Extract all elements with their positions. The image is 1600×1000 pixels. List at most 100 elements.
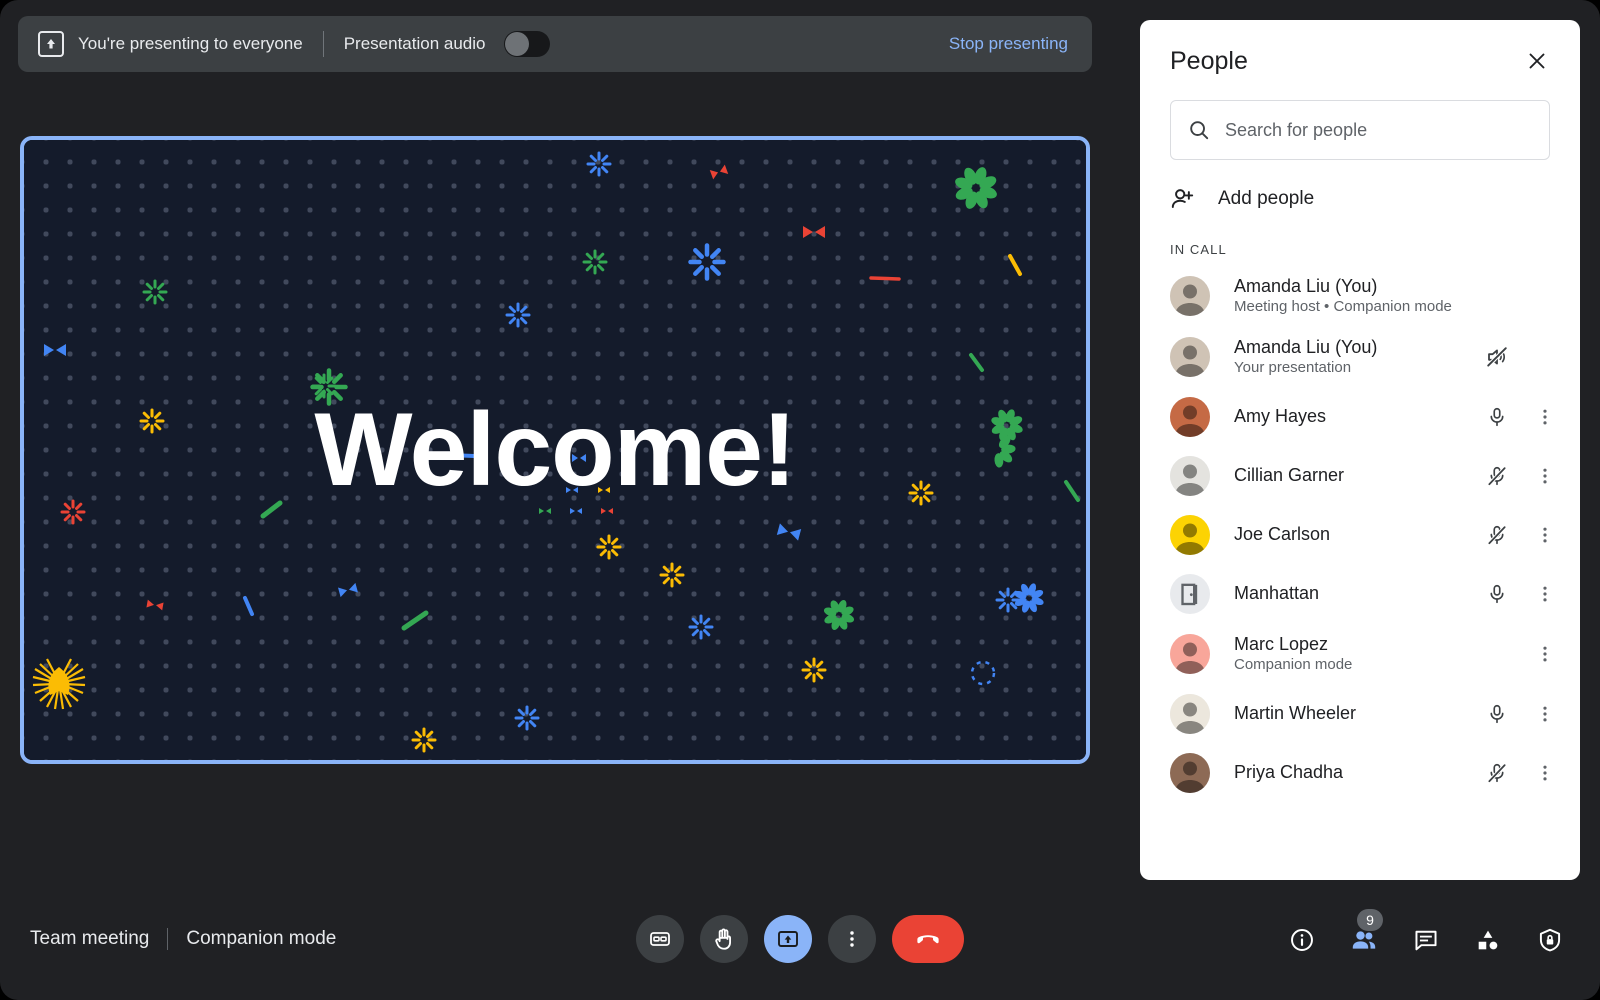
avatar <box>1170 336 1210 377</box>
participant-more-button[interactable] <box>1528 756 1562 790</box>
participant-info: Amanda Liu (You) Your presentation <box>1234 336 1480 378</box>
avatar-photo <box>1170 633 1210 674</box>
participant-actions <box>1480 697 1562 731</box>
participant-info: Cillian Garner <box>1234 464 1480 487</box>
presentation-stage[interactable]: Welcome! <box>20 136 1090 764</box>
participant-more-button[interactable] <box>1528 400 1562 434</box>
more-vert-icon <box>1543 468 1547 483</box>
chat-button[interactable] <box>1408 922 1444 958</box>
in-call-section-label: IN CALL <box>1170 242 1227 257</box>
participant-more-button[interactable] <box>1528 459 1562 493</box>
present-now-button[interactable] <box>764 915 812 963</box>
participant-more-button[interactable] <box>1528 518 1562 552</box>
call-end-icon <box>917 935 939 944</box>
close-panel-button[interactable] <box>1522 46 1552 76</box>
avatar-photo <box>1170 514 1210 555</box>
participant-name: Amy Hayes <box>1234 406 1327 427</box>
meeting-details-button[interactable] <box>1284 922 1320 958</box>
participant-actions <box>1480 577 1562 611</box>
avatar-photo <box>1170 396 1210 437</box>
people-panel: People Add people <box>1140 20 1580 880</box>
raised-hand-icon <box>715 928 731 950</box>
participant-more-button[interactable] <box>1528 697 1562 731</box>
participant-row[interactable]: Amanda Liu (You) Meeting host • Companion… <box>1140 265 1580 326</box>
mic-on-icon <box>1490 584 1504 603</box>
presentation-audio-label: Presentation audio <box>343 34 486 53</box>
presenting-banner: You're presenting to everyone Presentati… <box>18 16 1092 72</box>
participant-name: Priya Chadha <box>1234 762 1344 783</box>
volume-off-icon <box>1486 346 1508 367</box>
presentation-headline: Welcome! <box>314 391 796 508</box>
participant-row[interactable]: Cillian Garner <box>1140 446 1580 505</box>
meet-window: You're presenting to everyone Presentati… <box>0 0 1600 1000</box>
participant-subtitle: Companion mode <box>1234 656 1353 673</box>
participant-actions <box>1480 637 1562 671</box>
search-input[interactable] <box>1225 119 1533 141</box>
participants-list[interactable]: Amanda Liu (You) Meeting host • Companion… <box>1140 265 1580 880</box>
right-controls: 9 <box>1284 909 1568 958</box>
mic-off-button[interactable] <box>1480 756 1514 790</box>
presenting-status-text: You're presenting to everyone <box>78 34 303 53</box>
participant-row[interactable]: Martin Wheeler <box>1140 684 1580 743</box>
participant-name: Cillian Garner <box>1234 465 1345 486</box>
toggle-knob <box>504 32 529 56</box>
presentation-slide-background: Welcome! <box>24 140 1086 760</box>
participant-info: Manhattan <box>1234 582 1480 605</box>
close-icon <box>1529 53 1545 69</box>
participant-actions <box>1480 459 1562 493</box>
search-icon <box>1190 121 1209 140</box>
mic-on-button[interactable] <box>1480 697 1514 731</box>
mic-off-button[interactable] <box>1480 459 1514 493</box>
participant-row[interactable]: Marc Lopez Companion mode <box>1140 623 1580 684</box>
participant-name: Amanda Liu (You) <box>1234 275 1378 296</box>
mic-on-icon <box>1490 704 1504 723</box>
present-to-all-icon <box>778 931 798 947</box>
participant-more-button[interactable] <box>1528 577 1562 611</box>
mic-off-button[interactable] <box>1480 518 1514 552</box>
mic-on-button[interactable] <box>1480 577 1514 611</box>
search-box[interactable] <box>1170 100 1550 160</box>
show-everyone-button[interactable]: 9 <box>1346 909 1383 958</box>
avatar-photo <box>1170 693 1210 734</box>
activities-shapes-icon <box>1478 930 1498 950</box>
participant-subtitle: Your presentation <box>1234 359 1352 376</box>
participant-row[interactable]: Priya Chadha <box>1140 743 1580 802</box>
shield-lock-icon <box>1539 928 1561 952</box>
participant-info: Martin Wheeler <box>1234 702 1480 725</box>
host-controls-button[interactable] <box>1532 922 1568 958</box>
more-options-button[interactable] <box>828 915 876 963</box>
participant-row[interactable]: Manhattan <box>1140 564 1580 623</box>
participant-subtitle: Meeting host • Companion mode <box>1234 298 1452 315</box>
search-wrapper <box>1140 86 1580 160</box>
participant-more-button[interactable] <box>1528 637 1562 671</box>
participant-actions <box>1480 279 1562 313</box>
participant-row[interactable]: Amanda Liu (You) Your presentation <box>1140 326 1580 387</box>
meeting-room-icon <box>1181 583 1198 605</box>
avatar-photo <box>1170 275 1210 316</box>
call-controls <box>636 915 964 963</box>
closed-caption-icon <box>650 932 670 946</box>
participant-name: Martin Wheeler <box>1234 703 1357 724</box>
stop-presenting-button[interactable]: Stop presenting <box>949 34 1068 54</box>
avatar <box>1170 693 1210 734</box>
more-vert-icon <box>1543 586 1547 601</box>
raise-hand-button[interactable] <box>700 915 748 963</box>
participant-info: Joe Carlson <box>1234 523 1480 546</box>
participant-count-badge: 9 <box>1357 909 1383 931</box>
more-vert-icon <box>850 931 854 947</box>
mic-off-icon <box>1487 466 1507 486</box>
activities-button[interactable] <box>1470 922 1506 958</box>
volume-off-button[interactable] <box>1480 340 1514 374</box>
participant-row[interactable]: Amy Hayes <box>1140 387 1580 446</box>
presentation-audio-toggle[interactable] <box>503 31 550 57</box>
add-people-button[interactable]: Add people <box>1140 160 1580 218</box>
leave-call-button[interactable] <box>892 915 964 963</box>
mic-off-icon <box>1487 763 1507 783</box>
participant-name: Amanda Liu (You) <box>1234 336 1378 357</box>
chat-bubble-icon <box>1415 930 1437 951</box>
mic-on-button[interactable] <box>1480 400 1514 434</box>
mic-off-icon <box>1487 525 1507 545</box>
participant-row[interactable]: Joe Carlson <box>1140 505 1580 564</box>
captions-button[interactable] <box>636 915 684 963</box>
more-vert-icon <box>1543 706 1547 721</box>
